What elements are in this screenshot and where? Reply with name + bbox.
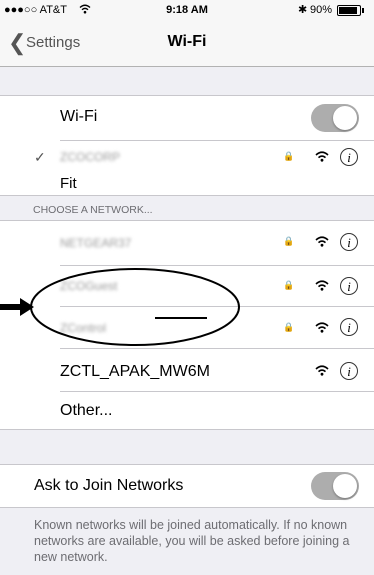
ask-to-join-label: Ask to Join Networks [34, 477, 184, 494]
wifi-signal-icon [315, 236, 329, 247]
network-row[interactable]: NETGEAR37 🔒 i [0, 221, 374, 265]
network-name: ZCTL_APAK_MW6M [60, 363, 210, 380]
lock-icon: 🔒 [283, 151, 295, 161]
info-icon[interactable]: i [340, 362, 358, 380]
overlay-label-box: Fit [46, 172, 156, 194]
network-name: NETGEAR37 [60, 236, 132, 250]
wifi-signal-icon [315, 322, 329, 333]
connected-network-row[interactable]: ✓ ZCOCORP 🔒 i [0, 141, 374, 175]
info-icon[interactable]: i [340, 233, 358, 251]
lock-icon: 🔒 [283, 280, 295, 290]
checkmark-icon: ✓ [34, 149, 46, 165]
wifi-toggle[interactable] [311, 104, 359, 132]
network-name: ZCOGuest [60, 279, 118, 293]
info-icon[interactable]: i [340, 318, 358, 336]
section-header: CHOOSE A NETWORK... [33, 204, 153, 216]
lock-icon: 🔒 [283, 322, 295, 332]
ask-to-join-toggle[interactable] [311, 472, 359, 500]
other-network-row[interactable]: Other... [0, 392, 374, 429]
page-title: Wi-Fi [167, 33, 207, 50]
wifi-signal-icon [315, 151, 329, 162]
other-label: Other... [60, 402, 113, 419]
navigation-bar: ❮ Settings Wi-Fi [0, 20, 374, 67]
bluetooth-icon: ✱ [298, 4, 308, 16]
network-row[interactable]: ZCTL_APAK_MW6M i [0, 349, 374, 391]
wifi-signal-icon [315, 280, 329, 291]
network-row[interactable]: ZCOGuest 🔒 i [0, 266, 374, 306]
network-name: ZControl [60, 321, 107, 335]
battery-percent: 90% [310, 4, 333, 16]
overlay-label: Fit [60, 175, 77, 192]
wifi-label: Wi-Fi [60, 108, 98, 125]
ask-to-join-row: Ask to Join Networks [0, 465, 374, 507]
info-icon[interactable]: i [340, 277, 358, 295]
wifi-signal-icon [315, 365, 329, 376]
status-bar: ●●●○○ AT&T 9:18 AM ✱ 90% [0, 0, 374, 20]
wifi-toggle-row: Wi-Fi [0, 96, 374, 140]
footer-text: Known networks will be joined automatica… [34, 518, 350, 564]
lock-icon: 🔒 [283, 236, 295, 246]
network-row[interactable]: ZControl 🔒 i [0, 307, 374, 348]
connected-network-name: ZCOCORP [60, 150, 120, 164]
info-icon[interactable]: i [340, 148, 358, 166]
battery-icon [337, 5, 364, 16]
